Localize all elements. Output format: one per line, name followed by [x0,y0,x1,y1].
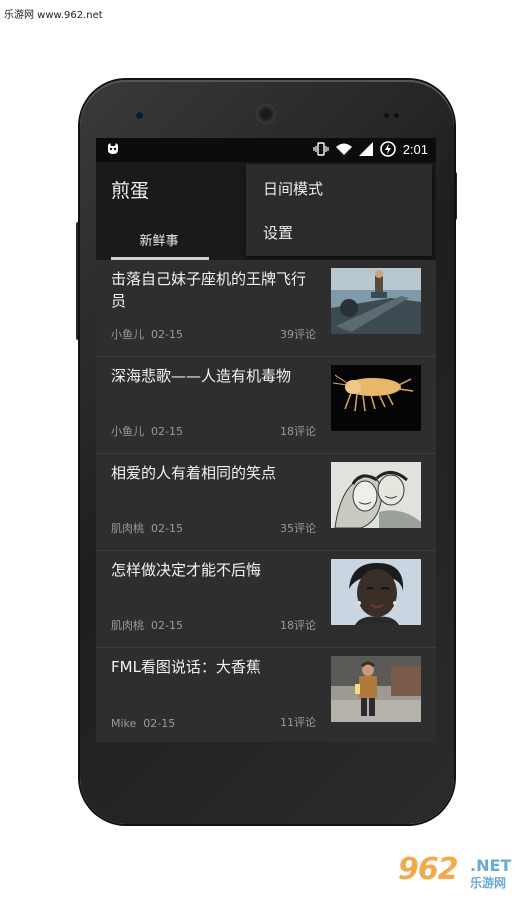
article-date: 02-15 [151,619,183,632]
comment-count: 18评论 [280,425,316,438]
cell-signal-icon [358,142,373,156]
earpiece-speaker [256,104,276,124]
list-item[interactable]: 深海悲歌——人造有机毒物 小鱼儿 02-15 18评论 [96,357,436,454]
list-item[interactable]: 击落自己妹子座机的王牌飞行员 小鱼儿 02-15 39评论 [96,260,436,357]
comment-count: 39评论 [280,328,316,341]
article-date: 02-15 [143,717,176,730]
article-meta: Mike 02-15 [111,717,175,730]
tab-news[interactable]: 新鲜事 [111,220,209,260]
proximity-sensor [384,113,389,118]
article-title: 怎样做决定才能不后悔 [111,561,262,579]
comment-count: 11评论 [280,716,316,729]
pilot-airplane-image [331,268,421,334]
watermark-logo-number: 962 [398,852,459,887]
deep-sea-amphipod-image [331,365,421,431]
article-meta: 肌肉桃 02-15 [111,520,183,536]
article-title: 深海悲歌——人造有机毒物 [111,367,292,385]
watermark-logo-net: .NET [470,856,512,875]
article-date: 02-15 [151,425,183,438]
article-author: 肌肉桃 [111,619,144,632]
couple-sketch-image [331,462,421,528]
status-bar: 2:01 [96,138,436,162]
watermark-logo-name: 乐游网 [470,876,507,890]
list-item[interactable]: 怎样做决定才能不后悔 肌肉桃 02-15 18评论 [96,551,436,648]
menu-item-day-mode[interactable]: 日间模式 [246,166,432,210]
man-standing-image [331,656,421,722]
menu-item-settings[interactable]: 设置 [246,210,432,254]
article-meta: 小鱼儿 02-15 [111,326,183,342]
article-title: 击落自己妹子座机的王牌飞行员 [111,270,307,310]
vibrate-icon [313,142,329,156]
list-item[interactable]: FML看图说话：大香蕉 Mike 02-15 11评论 [96,648,436,742]
article-meta: 小鱼儿 02-15 [111,423,183,439]
overflow-menu: 日间模式 设置 [246,164,432,256]
front-camera [136,112,143,119]
article-date: 02-15 [151,522,183,535]
status-time: 2:01 [402,141,428,157]
light-sensor [394,113,399,118]
phone-screen: 2:01 煎蛋 新鲜事 日间模式 设置 击落自己妹子座机的王牌飞行员 小鱼儿 0… [96,138,436,742]
menu-item-label: 日间模式 [263,180,324,198]
article-author: 小鱼儿 [111,328,144,341]
watermark-top: 乐游网 www.962.net [4,10,103,21]
article-date: 02-15 [151,328,183,341]
list-item[interactable]: 相爱的人有着相同的笑点 肌肉桃 02-15 35评论 [96,454,436,551]
wifi-icon [335,143,352,155]
battery-charging-icon [379,141,396,157]
article-title: FML看图说话：大香蕉 [111,658,261,676]
app-notification-icon [108,143,118,154]
article-title: 相爱的人有着相同的笑点 [111,464,277,482]
woman-portrait-image [331,559,421,625]
article-author: 肌肉桃 [111,522,144,535]
watermark-logo: 962 .NET 乐游网 [398,852,526,892]
menu-item-label: 设置 [263,224,294,242]
article-author: 小鱼儿 [111,425,144,438]
article-author: Mike [111,717,137,730]
article-meta: 肌肉桃 02-15 [111,617,183,633]
tab-label: 新鲜事 [139,234,179,249]
comment-count: 35评论 [280,522,316,535]
app-title: 煎蛋 [111,180,150,202]
comment-count: 18评论 [280,619,316,632]
